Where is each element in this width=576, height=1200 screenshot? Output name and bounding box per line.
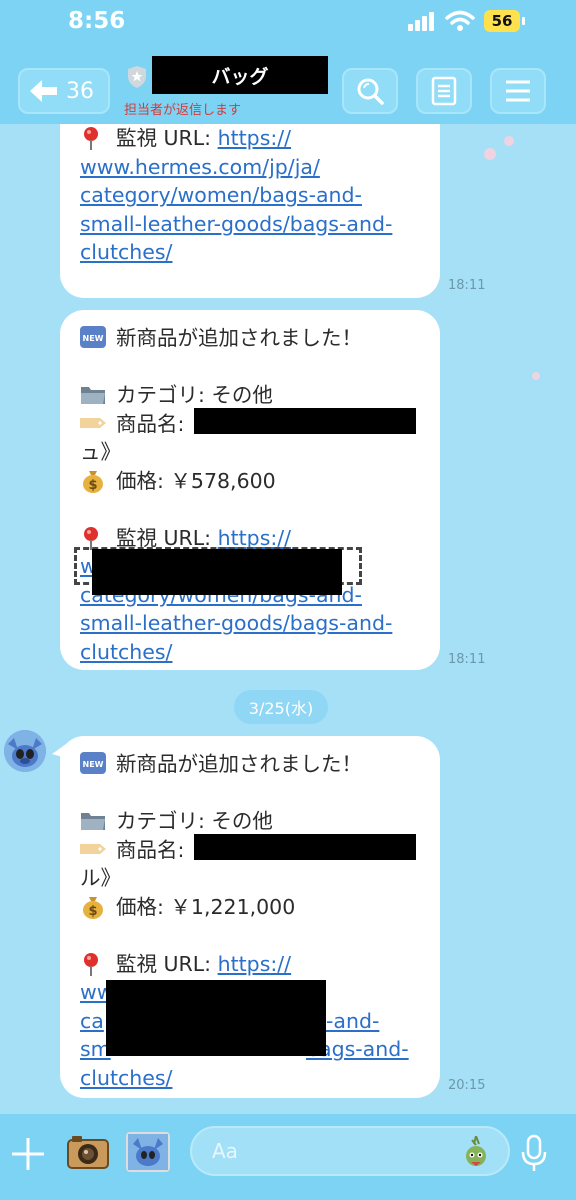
battery-cap <box>522 17 525 25</box>
notes-button[interactable] <box>416 68 472 114</box>
tag-icon <box>80 838 106 860</box>
folder-icon <box>80 383 106 405</box>
url-label: 監視 URL: <box>116 951 218 976</box>
url-link[interactable]: ca <box>80 1009 104 1033</box>
status-time: 8:56 <box>68 8 126 34</box>
svg-text:NEW: NEW <box>83 334 104 343</box>
camera-icon[interactable] <box>66 1132 110 1172</box>
redaction-box <box>194 408 416 434</box>
product-label: 商品名: <box>116 411 185 436</box>
product-label: 商品名: <box>116 837 185 862</box>
pin-icon <box>80 526 106 550</box>
message-bubble[interactable]: 監視 URL: https:// www.hermes.com/jp/ja/ c… <box>60 124 440 298</box>
status-bar: 8:56 56 <box>0 0 576 44</box>
wifi-icon <box>445 10 475 31</box>
sakura-decoration <box>484 148 496 160</box>
price-text: 価格: ￥1,221,000 <box>116 894 296 919</box>
input-bar: Aa <box>0 1114 576 1200</box>
message-headline: 新商品が追加されました！ <box>116 326 362 350</box>
url-link[interactable]: clutches/ <box>80 640 172 664</box>
arrow-left-icon <box>30 80 57 102</box>
redaction-box <box>194 834 416 860</box>
money-bag-icon: $ <box>80 895 106 919</box>
category-text: カテゴリ: その他 <box>116 383 273 407</box>
url-link[interactable]: clutches/ <box>80 1066 172 1090</box>
new-badge-icon: NEW <box>80 752 106 774</box>
search-icon <box>357 78 384 105</box>
sakura-decoration <box>504 136 514 146</box>
category-text: カテゴリ: その他 <box>116 809 273 833</box>
url-link[interactable]: -and- <box>326 1007 379 1036</box>
microphone-icon[interactable] <box>520 1134 548 1172</box>
pin-icon <box>80 126 106 150</box>
chat-area[interactable]: 監視 URL: https:// www.hermes.com/jp/ja/ c… <box>0 124 576 1114</box>
new-badge-icon: NEW <box>80 326 106 348</box>
message-time: 18:11 <box>448 652 486 667</box>
back-button[interactable]: 36 <box>18 68 110 114</box>
message-time: 18:11 <box>448 278 486 293</box>
signal-icon <box>408 12 434 31</box>
money-bag-icon: $ <box>80 469 106 493</box>
pin-icon <box>80 952 106 976</box>
url-link[interactable]: category/women/bags-and- <box>80 183 362 207</box>
price-text: 価格: ￥578,600 <box>116 468 276 493</box>
notes-icon <box>431 76 457 106</box>
svg-text:$: $ <box>88 904 97 919</box>
url-label: 監視 URL: <box>116 126 218 150</box>
message-headline: 新商品が追加されました！ <box>116 752 362 776</box>
sakura-decoration <box>532 372 540 380</box>
message-bubble[interactable]: NEW 新商品が追加されました！ カテゴリ: その他 商品名: ュ》 $ 価格:… <box>60 310 440 670</box>
tag-icon <box>80 412 106 434</box>
chat-subtitle: 担当者が返信します <box>124 103 242 118</box>
sticker-icon[interactable] <box>462 1136 490 1168</box>
svg-text:$: $ <box>88 478 97 493</box>
date-separator: 3/25(水) <box>234 690 328 724</box>
plus-icon[interactable] <box>8 1134 48 1174</box>
product-name-tail: ル》 <box>80 866 121 890</box>
search-button[interactable] <box>342 68 398 114</box>
avatar[interactable] <box>4 730 46 772</box>
folder-icon <box>80 809 106 831</box>
image-icon <box>128 1134 168 1170</box>
chat-header: 36 バッグ 担当者が返信します <box>0 44 576 124</box>
url-label: 監視 URL: <box>116 525 218 550</box>
battery-icon: 56 <box>484 10 520 32</box>
product-name-tail: ュ》 <box>80 440 121 464</box>
redaction-box <box>106 980 326 1056</box>
url-link[interactable]: https:// <box>218 126 291 150</box>
redaction-box <box>92 549 342 595</box>
unread-count: 36 <box>66 78 94 104</box>
url-link[interactable]: small-leather-goods/bags-and- <box>80 611 392 635</box>
shield-icon <box>128 66 146 88</box>
gallery-button[interactable] <box>126 1132 170 1172</box>
url-link[interactable]: www.hermes.com/jp/ja/ <box>80 155 320 179</box>
url-link[interactable]: clutches/ <box>80 240 172 264</box>
chat-title: バッグ <box>152 56 328 94</box>
url-link[interactable]: https:// <box>218 952 291 976</box>
menu-button[interactable] <box>490 68 546 114</box>
url-link[interactable]: https:// <box>218 526 291 550</box>
message-time: 20:15 <box>448 1078 486 1093</box>
url-link[interactable]: small-leather-goods/bags-and- <box>80 212 392 236</box>
svg-text:NEW: NEW <box>83 760 104 769</box>
menu-icon <box>506 80 530 102</box>
